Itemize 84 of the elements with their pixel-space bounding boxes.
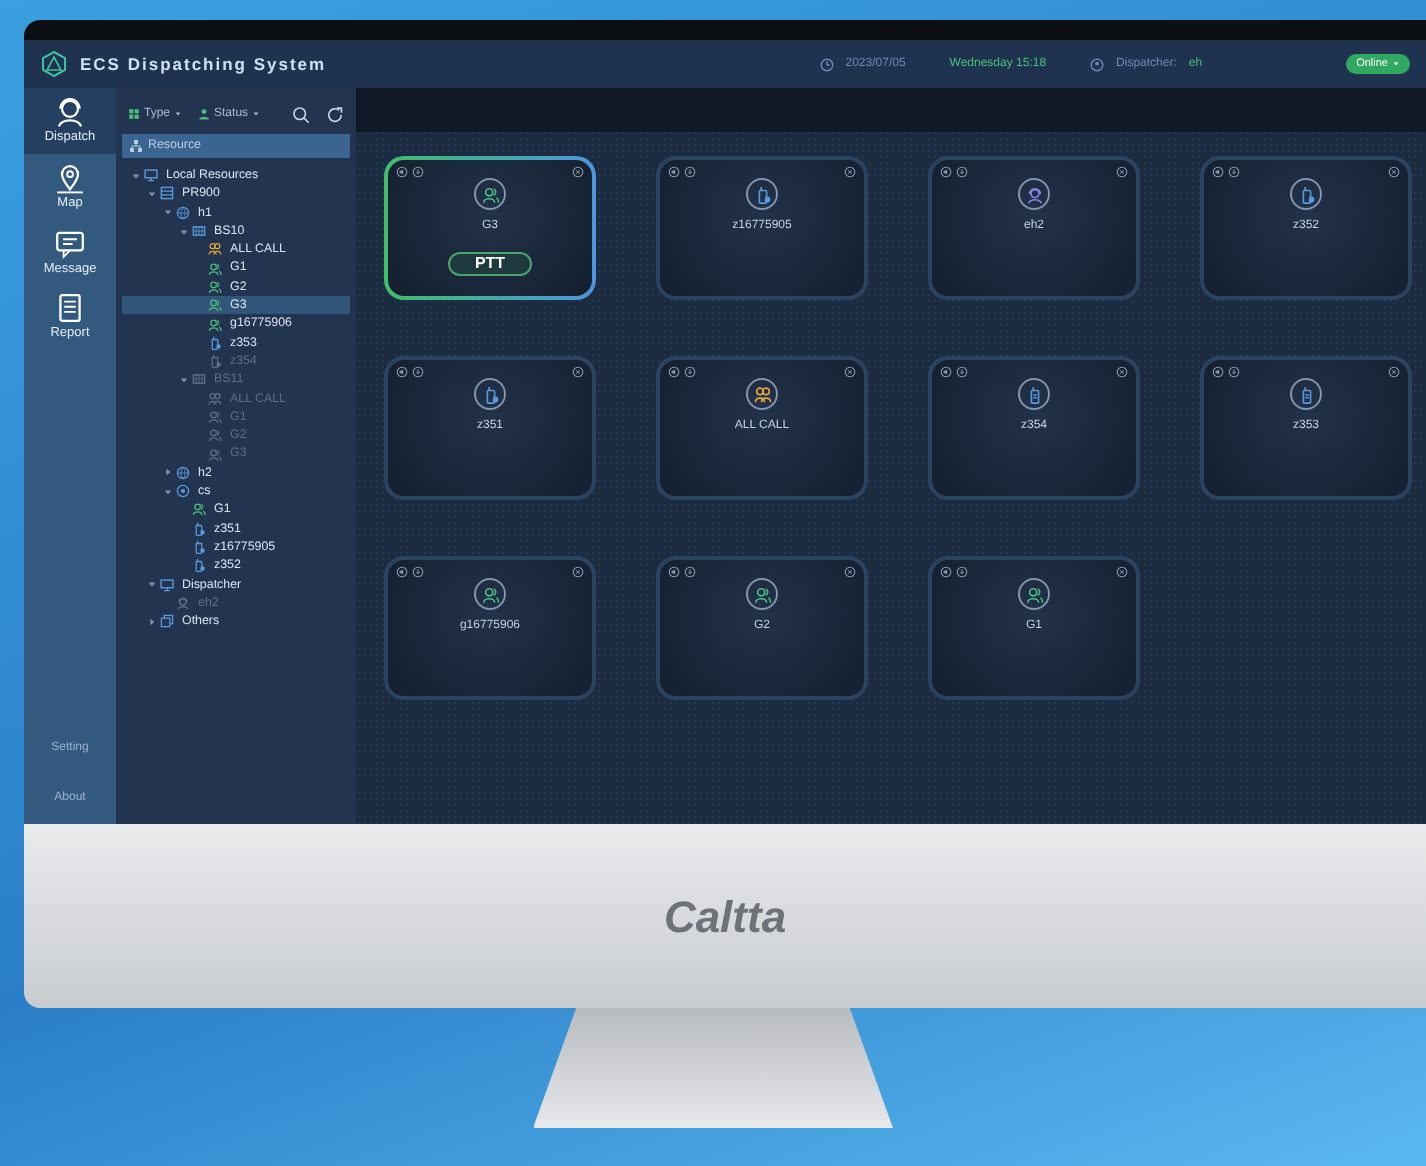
close-icon[interactable]: [844, 566, 856, 578]
close-icon[interactable]: [572, 366, 584, 378]
radio-badge-icon: [1290, 378, 1322, 410]
download-icon[interactable]: [412, 366, 424, 378]
clock-icon: [819, 57, 834, 71]
close-icon[interactable]: [844, 166, 856, 178]
group-icon: [208, 410, 222, 424]
download-icon[interactable]: [1228, 166, 1240, 178]
document-icon: [54, 292, 86, 325]
app-title: ECS Dispatching System: [80, 51, 327, 77]
group-badge-icon: [1018, 578, 1050, 610]
headset-badge-icon: [1018, 178, 1050, 210]
group-icon: [208, 279, 222, 294]
download-icon[interactable]: [956, 366, 968, 378]
group-badge-icon: [474, 578, 506, 610]
download-icon[interactable]: [684, 366, 696, 378]
radio-badge-icon: [474, 378, 506, 410]
download-icon[interactable]: [956, 166, 968, 178]
close-icon[interactable]: [1116, 566, 1128, 578]
close-icon[interactable]: [1388, 366, 1400, 378]
volume-icon[interactable]: [396, 366, 408, 378]
group-icon: [208, 317, 222, 332]
download-icon[interactable]: [412, 566, 424, 578]
server-icon: [160, 186, 174, 201]
volume-icon[interactable]: [396, 566, 408, 578]
volume-icon[interactable]: [940, 566, 952, 578]
radio-badge-icon: [1018, 378, 1050, 410]
radio-icon: [192, 540, 206, 555]
radio-icon: [208, 335, 222, 350]
radio-badge-icon: [1290, 178, 1322, 210]
monitor-icon: [144, 168, 158, 183]
caret-icon: [1392, 60, 1400, 68]
group-icon: [192, 502, 206, 517]
close-icon[interactable]: [572, 566, 584, 578]
user-icon: [1090, 57, 1105, 71]
volume-icon[interactable]: [940, 366, 952, 378]
close-icon[interactable]: [1388, 166, 1400, 178]
close-icon[interactable]: [1116, 166, 1128, 178]
download-icon[interactable]: [684, 166, 696, 178]
search-icon[interactable]: [292, 105, 311, 123]
radio-badge-icon: [746, 178, 778, 210]
group-badge-icon: [746, 378, 778, 410]
volume-icon[interactable]: [1212, 366, 1224, 378]
chat-icon: [54, 227, 86, 259]
radio-icon: [192, 521, 206, 536]
monitor-icon: [160, 577, 174, 592]
group-icon: [208, 242, 222, 257]
group-icon: [208, 298, 222, 313]
map-pin-icon: [54, 161, 86, 194]
volume-icon[interactable]: [668, 166, 680, 178]
radio-icon: [208, 354, 222, 369]
volume-icon[interactable]: [1212, 166, 1224, 178]
download-icon[interactable]: [1228, 366, 1240, 378]
globe-icon: [176, 205, 190, 220]
volume-icon[interactable]: [668, 366, 680, 378]
close-icon[interactable]: [572, 166, 584, 178]
refresh-icon[interactable]: [326, 105, 344, 123]
volume-icon[interactable]: [396, 166, 408, 178]
volume-icon[interactable]: [668, 566, 680, 578]
close-icon[interactable]: [844, 366, 856, 378]
group-badge-icon: [474, 178, 506, 210]
headset-icon: [176, 595, 190, 610]
hierarchy-icon: [130, 140, 142, 152]
server-icon: [192, 372, 206, 387]
logo-icon: [40, 50, 68, 78]
group-badge-icon: [746, 578, 778, 610]
download-icon[interactable]: [684, 566, 696, 578]
close-icon[interactable]: [1116, 366, 1128, 378]
group-icon: [208, 428, 222, 443]
ptt-button[interactable]: PTT: [448, 252, 532, 276]
group-icon: [208, 261, 222, 276]
person-icon: [198, 108, 211, 120]
group-icon: [208, 447, 222, 462]
headset-icon: [54, 96, 86, 128]
server-icon: [192, 224, 206, 239]
brand-text: Caltta: [663, 889, 787, 945]
download-icon[interactable]: [956, 566, 968, 578]
stack-icon: [160, 614, 174, 629]
globe-icon: [176, 465, 190, 480]
radio-icon: [192, 558, 206, 573]
grid-icon: [128, 108, 140, 120]
download-icon[interactable]: [412, 166, 424, 178]
group-icon: [208, 391, 222, 406]
volume-icon[interactable]: [940, 166, 952, 178]
